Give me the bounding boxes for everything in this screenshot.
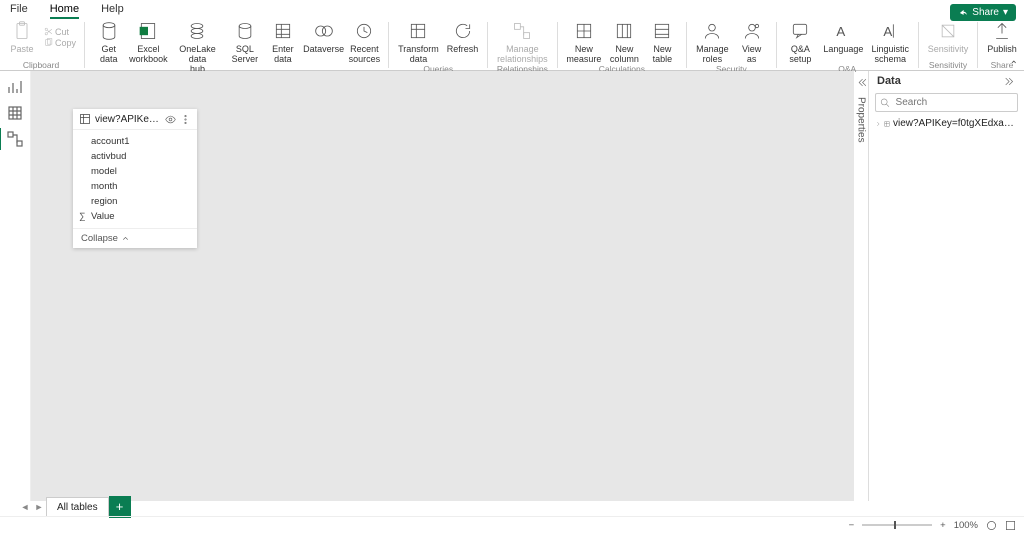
table-icon bbox=[884, 119, 890, 129]
language-icon: A bbox=[832, 20, 854, 42]
publish-icon bbox=[991, 20, 1013, 42]
dataverse-button[interactable]: Dataverse bbox=[303, 20, 344, 74]
sensitivity-icon bbox=[937, 20, 959, 42]
visibility-icon[interactable] bbox=[165, 114, 176, 125]
enter-data-button[interactable]: Enterdata bbox=[265, 20, 301, 74]
svg-text:A: A bbox=[837, 24, 846, 39]
dataverse-icon bbox=[313, 20, 335, 42]
refresh-icon bbox=[452, 20, 474, 42]
group-sensitivity: Sensitivity bbox=[925, 60, 972, 70]
share-button[interactable]: Share ▾ bbox=[950, 4, 1016, 21]
copy-icon bbox=[44, 38, 53, 47]
properties-label[interactable]: Properties bbox=[855, 91, 868, 149]
cut-button: Cut bbox=[44, 27, 76, 37]
tab-nav-next[interactable]: ► bbox=[32, 502, 46, 512]
more-options-icon[interactable] bbox=[180, 114, 191, 125]
view-as-icon bbox=[741, 20, 763, 42]
data-tree-table[interactable]: view?APIKey=f0tgXEdxaEV%2FSF5Ff25eTn... bbox=[875, 118, 1018, 129]
group-clipboard: Clipboard bbox=[4, 60, 78, 70]
share-label: Share bbox=[972, 7, 999, 18]
zoom-level: 100% bbox=[954, 520, 978, 531]
qa-setup-button[interactable]: Q&Asetup bbox=[782, 20, 818, 64]
enter-data-icon bbox=[272, 20, 294, 42]
search-box[interactable] bbox=[875, 93, 1018, 112]
scissors-icon bbox=[44, 27, 53, 36]
clipboard-icon bbox=[11, 20, 33, 42]
data-tree-label: view?APIKey=f0tgXEdxaEV%2FSF5Ff25eTn... bbox=[893, 118, 1018, 129]
chevron-right-icon bbox=[875, 119, 881, 129]
manage-relationships-button: Managerelationships bbox=[494, 20, 551, 64]
tab-help[interactable]: Help bbox=[101, 3, 124, 18]
field-measure[interactable]: Value bbox=[73, 209, 197, 224]
copy-button: Copy bbox=[44, 38, 76, 48]
sqlserver-icon bbox=[234, 20, 256, 42]
fit-to-page-icon[interactable] bbox=[986, 520, 997, 531]
database-icon bbox=[98, 20, 120, 42]
field-item[interactable]: region bbox=[73, 194, 197, 209]
model-view-button[interactable] bbox=[7, 131, 23, 147]
recent-sources-button[interactable]: Recentsources bbox=[346, 20, 382, 74]
onelake-icon bbox=[186, 20, 208, 42]
zoom-in-button[interactable]: + bbox=[940, 520, 946, 531]
paste-button: Paste bbox=[4, 20, 40, 54]
table-card[interactable]: view?APIKey=f0tgXE... account1 activbud … bbox=[73, 109, 197, 248]
field-item[interactable]: model bbox=[73, 164, 197, 179]
table-title: view?APIKey=f0tgXE... bbox=[95, 114, 161, 125]
svg-text:A: A bbox=[884, 24, 893, 39]
sql-server-button[interactable]: SQLServer bbox=[227, 20, 263, 74]
table-icon bbox=[651, 20, 673, 42]
new-measure-button[interactable]: Newmeasure bbox=[563, 20, 604, 64]
get-data-button[interactable]: Getdata bbox=[91, 20, 127, 74]
field-item[interactable]: activbud bbox=[73, 149, 197, 164]
field-item[interactable]: account1 bbox=[73, 134, 197, 149]
qa-icon bbox=[789, 20, 811, 42]
refresh-button[interactable]: Refresh bbox=[444, 20, 482, 64]
linguistic-schema-button[interactable]: ALinguisticschema bbox=[868, 20, 912, 64]
recent-icon bbox=[353, 20, 375, 42]
measure-icon bbox=[573, 20, 595, 42]
footer-tab[interactable]: All tables bbox=[46, 497, 109, 517]
chevron-down-icon: ▾ bbox=[1003, 7, 1008, 18]
view-as-button[interactable]: Viewas bbox=[734, 20, 770, 64]
sensitivity-button: Sensitivity bbox=[925, 20, 972, 54]
sigma-icon: ∑ bbox=[79, 211, 85, 221]
transform-icon bbox=[407, 20, 429, 42]
column-icon bbox=[613, 20, 635, 42]
manage-roles-button[interactable]: Manageroles bbox=[693, 20, 732, 64]
share-icon bbox=[958, 8, 968, 18]
tab-nav-prev[interactable]: ◄ bbox=[18, 502, 32, 512]
search-icon bbox=[880, 97, 890, 108]
excel-workbook-button[interactable]: Excelworkbook bbox=[129, 20, 168, 74]
roles-icon bbox=[701, 20, 723, 42]
data-view-button[interactable] bbox=[7, 105, 23, 121]
publish-button[interactable]: Publish bbox=[984, 20, 1020, 54]
excel-icon bbox=[137, 20, 159, 42]
collapse-button[interactable]: Collapse bbox=[73, 228, 197, 248]
model-canvas[interactable]: view?APIKey=f0tgXE... account1 activbud … bbox=[31, 71, 854, 501]
search-input[interactable] bbox=[894, 96, 1013, 109]
zoom-slider[interactable] bbox=[862, 524, 932, 526]
new-column-button[interactable]: Newcolumn bbox=[606, 20, 642, 64]
linguistic-icon: A bbox=[879, 20, 901, 42]
collapse-panel-icon[interactable] bbox=[855, 77, 866, 88]
onelake-hub-button[interactable]: OneLake datahub bbox=[170, 20, 225, 74]
chevron-up-icon bbox=[121, 234, 130, 243]
language-button[interactable]: ALanguage bbox=[820, 20, 866, 64]
collapse-ribbon-button[interactable]: ⌃ bbox=[1010, 60, 1018, 71]
add-tab-button[interactable]: + bbox=[109, 496, 131, 518]
fullscreen-icon[interactable] bbox=[1005, 520, 1016, 531]
zoom-out-button[interactable]: − bbox=[849, 520, 855, 531]
transform-data-button[interactable]: Transformdata bbox=[395, 20, 442, 64]
report-view-button[interactable] bbox=[7, 79, 23, 95]
table-icon bbox=[79, 113, 91, 125]
field-item[interactable]: month bbox=[73, 179, 197, 194]
tab-file[interactable]: File bbox=[10, 3, 28, 18]
tab-home[interactable]: Home bbox=[50, 3, 79, 18]
expand-icon[interactable] bbox=[1005, 76, 1016, 87]
relationships-icon bbox=[511, 20, 533, 42]
data-pane-title: Data bbox=[877, 75, 901, 87]
new-table-button[interactable]: Newtable bbox=[644, 20, 680, 64]
